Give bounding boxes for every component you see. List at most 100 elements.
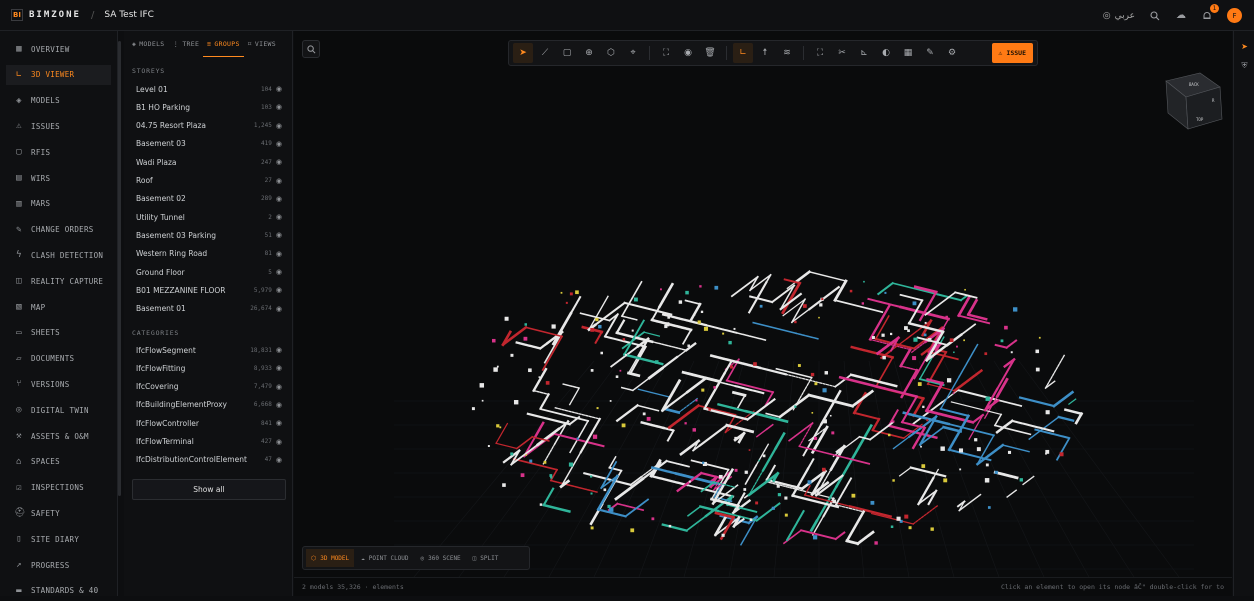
sidebar-item-spaces[interactable]: ⌂ SPACES bbox=[6, 452, 111, 472]
list-item[interactable]: IfcFlowFitting 8,933 ◉ bbox=[136, 361, 282, 375]
eye-icon[interactable]: ◉ bbox=[276, 305, 282, 313]
eye-icon[interactable]: ◉ bbox=[276, 158, 282, 166]
coordinates-icon[interactable]: ⊾ bbox=[854, 43, 874, 63]
shield-icon[interactable]: ⛨ bbox=[1237, 58, 1252, 73]
section-box-icon[interactable]: ⛶ bbox=[810, 43, 830, 63]
sidebar-item-wirs[interactable]: ▤ WIRS bbox=[6, 168, 111, 188]
eye-icon[interactable]: ◉ bbox=[276, 103, 282, 111]
list-item[interactable]: Western Ring Road 81 ◉ bbox=[136, 247, 282, 261]
logo-text[interactable]: BIMZONE bbox=[29, 10, 81, 20]
view-cube[interactable]: BACK R TOP bbox=[1162, 69, 1224, 131]
eye-icon[interactable]: ◉ bbox=[276, 231, 282, 239]
list-item[interactable]: IfcFlowTerminal 427 ◉ bbox=[136, 435, 282, 449]
eye-icon[interactable]: ◉ bbox=[276, 268, 282, 276]
tab-models[interactable]: ◈ MODELS bbox=[128, 31, 169, 57]
issue-button[interactable]: ⚠ ISSUE bbox=[991, 43, 1033, 63]
eye-icon[interactable]: ◉ bbox=[276, 383, 282, 391]
sidebar-item-mars[interactable]: ▥ MARS bbox=[6, 194, 111, 214]
list-item[interactable]: Basement 03 Parking 51 ◉ bbox=[136, 228, 282, 242]
list-item[interactable]: Basement 03 419 ◉ bbox=[136, 137, 282, 151]
list-item[interactable]: Basement 01 26,674 ◉ bbox=[136, 302, 282, 316]
sidebar-item-issues[interactable]: ⚠ ISSUES bbox=[6, 116, 111, 136]
sidebar-item-digital-twin[interactable]: ◎ DIGITAL TWIN bbox=[6, 400, 111, 420]
language-switch[interactable]: ◎ عربي bbox=[1103, 11, 1135, 21]
cube-face-top[interactable]: BACK bbox=[1189, 82, 1199, 87]
layers-icon[interactable]: ≋ bbox=[777, 43, 797, 63]
measure-tool-icon[interactable]: ⟋ bbox=[535, 43, 555, 63]
sidebar-item-site-diary[interactable]: ▯ SITE DIARY bbox=[6, 529, 111, 549]
sidebar-item-change-orders[interactable]: ✎ CHANGE ORDERS bbox=[6, 220, 111, 240]
location-icon[interactable]: ◉ bbox=[678, 43, 698, 63]
settings-icon[interactable]: ⚙ bbox=[942, 43, 962, 63]
eye-icon[interactable]: ◉ bbox=[276, 122, 282, 130]
eye-icon[interactable]: ◉ bbox=[276, 438, 282, 446]
tab-tree[interactable]: ⋮ TREE bbox=[169, 31, 204, 57]
list-item[interactable]: Ground Floor 5 ◉ bbox=[136, 265, 282, 279]
mode-3d-model[interactable]: ⬡ 3D MODEL bbox=[306, 549, 355, 567]
sidebar-scrollbar[interactable] bbox=[118, 41, 121, 496]
sidebar-item-sheets[interactable]: ▭ SHEETS bbox=[6, 323, 111, 343]
walk-icon[interactable]: ☨ bbox=[755, 43, 775, 63]
sidebar-item-overview[interactable]: ▦ OVERVIEW bbox=[6, 39, 111, 59]
eye-icon[interactable]: ◉ bbox=[276, 195, 282, 203]
list-item[interactable]: IfcFlowController 841 ◉ bbox=[136, 416, 282, 430]
project-title[interactable]: SA Test IFC bbox=[104, 10, 154, 20]
cube-face-front[interactable]: TOP bbox=[1196, 117, 1204, 122]
list-item[interactable]: IfcFlowSegment 18,831 ◉ bbox=[136, 343, 282, 357]
trash-icon[interactable]: 🗑 bbox=[700, 43, 720, 63]
scissors-icon[interactable]: ✂ bbox=[832, 43, 852, 63]
sidebar-item-inspections[interactable]: ☑ INSPECTIONS bbox=[6, 478, 111, 498]
eye-icon[interactable]: ◉ bbox=[276, 346, 282, 354]
sidebar-item-3d-viewer[interactable]: ∟ 3D VIEWER bbox=[6, 64, 111, 85]
crosshair-tool-icon[interactable]: ⊕ bbox=[579, 43, 599, 63]
sidebar-item-progress[interactable]: ↗ PROGRESS bbox=[6, 555, 111, 575]
area-tool-icon[interactable]: ▢ bbox=[557, 43, 577, 63]
eye-icon[interactable]: ◉ bbox=[276, 401, 282, 409]
cube-tool-icon[interactable]: ⬡ bbox=[601, 43, 621, 63]
search-icon[interactable] bbox=[1149, 10, 1161, 22]
model-render[interactable] bbox=[294, 31, 1232, 577]
cloud-sync-icon[interactable]: ☁ bbox=[1175, 10, 1187, 22]
select-tool-icon[interactable]: ➤ bbox=[513, 43, 533, 63]
tab-groups[interactable]: ≡ GROUPS bbox=[203, 31, 244, 57]
sidebar-item-safety[interactable]: ⛑ SAFETY bbox=[6, 503, 111, 523]
viewer-search-button[interactable] bbox=[302, 40, 320, 58]
list-item[interactable]: 04.75 Resort Plaza 1,245 ◉ bbox=[136, 119, 282, 133]
eye-icon[interactable]: ◉ bbox=[276, 286, 282, 294]
list-item[interactable]: IfcBuildingElementProxy 6,668 ◉ bbox=[136, 398, 282, 412]
pin-tool-icon[interactable]: ⌖ bbox=[623, 43, 643, 63]
sidebar-item-clash-detection[interactable]: ϟ CLASH DETECTION bbox=[6, 245, 111, 265]
calendar-icon[interactable]: ▦ bbox=[898, 43, 918, 63]
eye-icon[interactable]: ◉ bbox=[276, 419, 282, 427]
list-item[interactable]: B01 MEZZANINE FLOOR 5,979 ◉ bbox=[136, 283, 282, 297]
fit-view-icon[interactable]: ⛶ bbox=[656, 43, 676, 63]
eye-icon[interactable]: ◉ bbox=[276, 177, 282, 185]
mode-point-cloud[interactable]: ☁ POINT CLOUD bbox=[356, 549, 413, 567]
3d-viewport[interactable]: ➤ ⟋ ▢ ⊕ ⬡ ⌖ ⛶ ◉ 🗑 ∟ ☨ ≋ ⛶ ✂ ⊾ ◐ ▦ ✎ ⚙ ⚠ … bbox=[294, 31, 1232, 577]
list-item[interactable]: IfcCovering 7,479 ◉ bbox=[136, 380, 282, 394]
mode-split[interactable]: ◫ SPLIT bbox=[468, 549, 504, 567]
tab-views[interactable]: ⌑ VIEWS bbox=[244, 31, 280, 57]
palette-icon[interactable]: ◐ bbox=[876, 43, 896, 63]
list-item[interactable]: Basement 02 289 ◉ bbox=[136, 192, 282, 206]
list-item[interactable]: IfcDistributionControlElement 47 ◉ bbox=[136, 453, 282, 467]
sidebar-item-standards-40[interactable]: ▬ STANDARDS & 40 bbox=[6, 581, 111, 601]
show-all-button[interactable]: Show all bbox=[132, 479, 286, 500]
cursor-icon[interactable]: ➤ bbox=[1237, 39, 1252, 54]
list-item[interactable]: B1 HO Parking 103 ◉ bbox=[136, 100, 282, 114]
sidebar-item-models[interactable]: ◈ MODELS bbox=[6, 91, 111, 111]
sidebar-item-documents[interactable]: ▱ DOCUMENTS bbox=[6, 349, 111, 369]
axes-icon[interactable]: ∟ bbox=[733, 43, 753, 63]
eye-icon[interactable]: ◉ bbox=[276, 85, 282, 93]
mode-360-scene[interactable]: ◎ 360 SCENE bbox=[416, 549, 466, 567]
list-item[interactable]: Roof 27 ◉ bbox=[136, 174, 282, 188]
eye-icon[interactable]: ◉ bbox=[276, 456, 282, 464]
list-item[interactable]: Level 01 104 ◉ bbox=[136, 82, 282, 96]
sidebar-item-reality-capture[interactable]: ◫ REALITY CAPTURE bbox=[6, 271, 111, 291]
sidebar-item-rfis[interactable]: ▢ RFIS bbox=[6, 142, 111, 162]
sidebar-item-assets-o-m[interactable]: ⚒ ASSETS & O&M bbox=[6, 426, 111, 446]
list-item[interactable]: Utility Tunnel 2 ◉ bbox=[136, 210, 282, 224]
eye-icon[interactable]: ◉ bbox=[276, 250, 282, 258]
list-item[interactable]: Wadi Plaza 247 ◉ bbox=[136, 155, 282, 169]
eye-icon[interactable]: ◉ bbox=[276, 140, 282, 148]
